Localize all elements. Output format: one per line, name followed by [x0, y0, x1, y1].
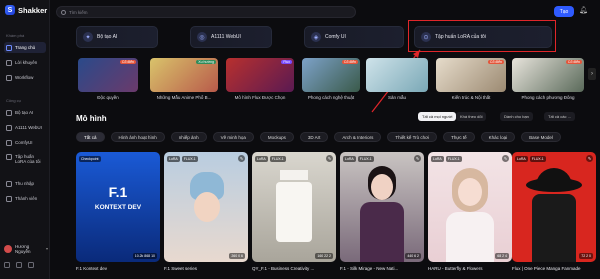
model-title[interactable]: F.1 Kontext dev	[76, 266, 162, 271]
filter-chip[interactable]: nhiếp ảnh	[170, 132, 207, 142]
category-card-architecture[interactable]: Cổ điển	[436, 58, 506, 92]
sort-all-types[interactable]: Tất cả các ...	[544, 112, 575, 121]
filter-chip[interactable]: Hình ảnh hoạt hình	[110, 132, 165, 142]
category-badge: Cổ điển	[119, 60, 136, 64]
edit-icon[interactable]: ✎	[586, 155, 593, 162]
category-badge: Cổ điển	[565, 60, 582, 64]
portrait-illustration	[446, 212, 494, 262]
model-card[interactable]: LoRA FLUX.1 ✎ 72 2 0	[512, 152, 596, 262]
category-label[interactable]: Phong cách nghệ thuật	[297, 95, 365, 100]
model-stats: 68 2 4	[495, 253, 509, 259]
model-card[interactable]: LoRA FLUX.1 ✎ 440 6 2	[340, 152, 424, 262]
filter-chip[interactable]: Base Model	[521, 132, 561, 142]
model-title[interactable]: F.1 Sweet series	[164, 266, 250, 271]
model-tag: LoRA	[431, 156, 444, 162]
sort-following[interactable]: Khá theo dõi	[456, 112, 487, 121]
model-tag: LoRA	[343, 156, 356, 162]
model-title[interactable]: HARU - Butterfly & Flowers	[428, 266, 514, 271]
model-card[interactable]: LoRA FLUX.1 ✎ 68 2 4	[428, 152, 512, 262]
category-badge: Flux	[281, 60, 292, 64]
model-tag: LoRA	[515, 156, 528, 162]
model-tag: FLUX.1	[445, 156, 462, 162]
edit-icon[interactable]: ✎	[414, 155, 421, 162]
category-badge: Xu hướng	[196, 60, 216, 64]
filter-chip[interactable]: Thiết kế Trò chơi	[387, 132, 438, 142]
edit-icon[interactable]: ✎	[502, 155, 509, 162]
product-illustration	[280, 170, 308, 180]
filter-chip[interactable]: Khác loại	[480, 132, 516, 142]
model-card[interactable]: Checkpoint F.1 KONTEXT DEV 10.2k 868 10	[76, 152, 160, 262]
carousel-next-button[interactable]: ›	[588, 68, 596, 80]
category-card-flux[interactable]: Flux	[226, 58, 294, 92]
manga-illustration	[536, 168, 572, 186]
model-card[interactable]: LoRA FLUX.1 ✎ 160 22 2	[252, 152, 336, 262]
category-label[interactable]: Sản mẫu	[366, 95, 428, 100]
portrait-illustration	[194, 192, 220, 222]
portrait-illustration	[371, 174, 393, 200]
category-label[interactable]: Mô hình Flux Được Chọn	[221, 95, 299, 100]
model-title[interactable]: F.1 - Silk Mirage - New Nati...	[340, 266, 426, 271]
portrait-illustration	[360, 202, 404, 262]
filter-chips: Tất cả Hình ảnh hoạt hình nhiếp ảnh Vẽ m…	[76, 132, 561, 142]
filter-chip[interactable]: Tất cả	[76, 132, 105, 142]
model-title[interactable]: Flux | One Piece Manga Fanmade	[512, 266, 598, 271]
model-cover-title: F.1	[108, 184, 128, 200]
product-illustration	[276, 182, 312, 242]
edit-icon[interactable]: ✎	[238, 155, 245, 162]
model-tag: FLUX.1	[181, 156, 198, 162]
model-stats: 10.2k 868 10	[132, 253, 157, 259]
edit-icon[interactable]: ✎	[326, 155, 333, 162]
filter-chip[interactable]: Vẽ minh họa	[212, 132, 254, 142]
model-cover-subtitle: KONTEXT DEV	[94, 204, 142, 211]
category-card-exclusive[interactable]: Cổ điển	[78, 58, 138, 92]
category-label[interactable]: Độc quyền	[78, 95, 138, 100]
category-badge: Cổ điển	[341, 60, 358, 64]
sort-for-you[interactable]: Dành cho bạn	[500, 112, 533, 121]
portrait-illustration	[458, 178, 482, 206]
model-stats: 160 22 2	[315, 253, 333, 259]
model-title[interactable]: QY_F.1 - Business Creativity ...	[252, 266, 338, 271]
model-tag: FLUX.1	[357, 156, 374, 162]
filter-chip[interactable]: Thực tế	[443, 132, 475, 142]
manga-illustration	[532, 194, 576, 262]
category-label[interactable]: Những Mẫu Anime Phổ B...	[145, 95, 223, 100]
models-section-title: Mô hình	[76, 114, 107, 123]
model-tag: Checkpoint	[79, 156, 101, 162]
model-tag: FLUX.1	[529, 156, 546, 162]
model-tag: FLUX.1	[269, 156, 286, 162]
category-label[interactable]: Phong cách phương Đông	[508, 95, 588, 100]
model-card[interactable]: LoRA FLUX.1 ✎ 260 0 6	[164, 152, 248, 262]
category-label[interactable]: Kiến trúc & Nội thất	[434, 95, 508, 100]
filter-chip[interactable]: 3D Art	[299, 132, 329, 142]
sort-everyone[interactable]: Tất cả mọi người	[418, 112, 457, 121]
model-tag: LoRA	[167, 156, 180, 162]
filter-chip[interactable]: Mockups	[259, 132, 294, 142]
filter-chip[interactable]: Arch & Interiors	[334, 132, 382, 142]
category-card-products[interactable]	[366, 58, 428, 92]
model-stats: 72 2 0	[579, 253, 593, 259]
model-stats: 260 0 6	[229, 253, 245, 259]
category-card-art-style[interactable]: Cổ điển	[302, 58, 360, 92]
category-badge: Cổ điển	[487, 60, 504, 64]
model-stats: 440 6 2	[405, 253, 421, 259]
category-card-anime[interactable]: Xu hướng	[150, 58, 218, 92]
model-tag: LoRA	[255, 156, 268, 162]
category-card-oriental[interactable]: Cổ điển	[512, 58, 584, 92]
